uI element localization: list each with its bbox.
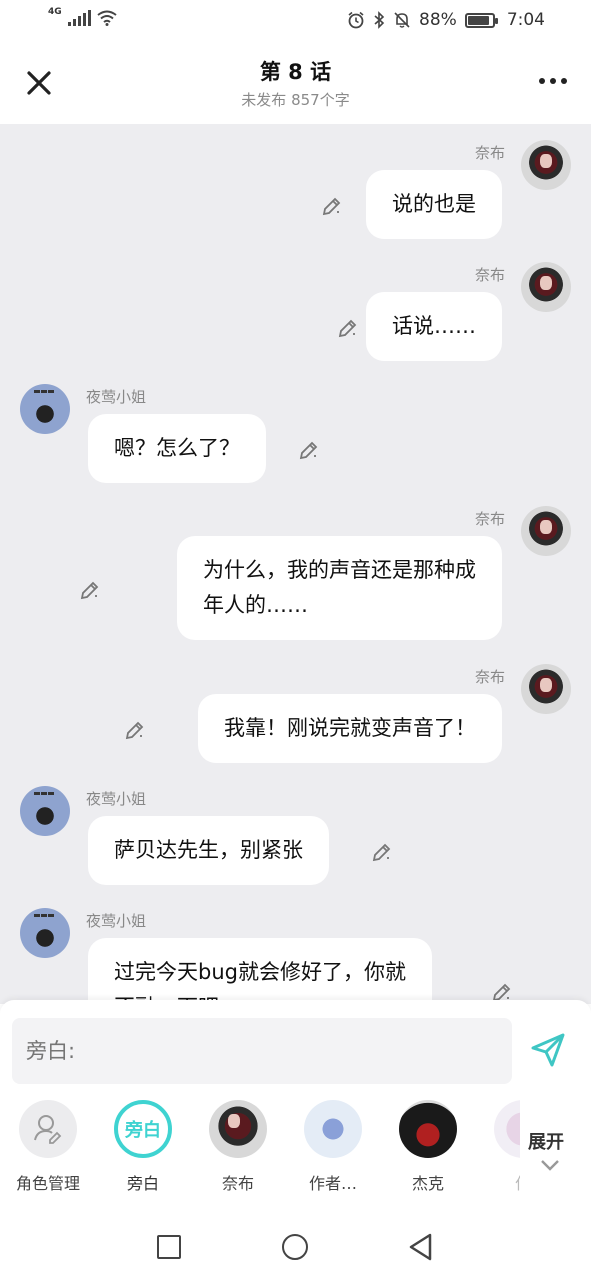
home-icon[interactable] bbox=[282, 1234, 308, 1260]
role-author[interactable]: 作者… bbox=[293, 1100, 373, 1194]
battery-icon bbox=[464, 12, 498, 28]
message-bubble[interactable]: 我靠！刚说完就变声音了！ bbox=[198, 694, 502, 763]
avatar[interactable] bbox=[20, 908, 70, 958]
role-label: 旁白 bbox=[126, 1174, 159, 1193]
message-input[interactable] bbox=[12, 1018, 512, 1084]
role-manage-button[interactable]: 角色管理 bbox=[8, 1100, 88, 1194]
narrator-badge: 旁白 bbox=[114, 1100, 172, 1158]
chat-area[interactable]: 奈布 说的也是 奈布 话说…… 夜莺小姐 嗯？怎么了？ 奈布 为什么，我的声音还… bbox=[0, 124, 591, 1004]
edit-icon[interactable] bbox=[78, 578, 102, 602]
speaker-name: 奈布 bbox=[474, 144, 505, 162]
role-label: 作 bbox=[483, 1170, 520, 1194]
avatar[interactable] bbox=[20, 786, 70, 836]
role-nabu[interactable]: 奈布 bbox=[198, 1100, 278, 1194]
speaker-name: 夜莺小姐 bbox=[86, 388, 147, 406]
message-bubble[interactable]: 为什么，我的声音还是那种成 年人的…… bbox=[177, 536, 502, 640]
composer-panel: 角色管理 旁白 旁白 奈布 作者… 杰克 作 展开 bbox=[0, 1000, 591, 1214]
speaker-name: 奈布 bbox=[474, 510, 505, 528]
speaker-name: 夜莺小姐 bbox=[86, 912, 147, 930]
clock: 7:04 bbox=[506, 10, 545, 30]
role-narrator[interactable]: 旁白 旁白 bbox=[103, 1100, 183, 1194]
avatar bbox=[399, 1100, 457, 1158]
edit-icon[interactable] bbox=[336, 316, 360, 340]
network-type: 4G bbox=[48, 7, 62, 17]
recents-icon[interactable] bbox=[157, 1235, 181, 1259]
system-nav-bar bbox=[0, 1214, 591, 1280]
speaker-name: 奈布 bbox=[474, 668, 505, 686]
bluetooth-icon bbox=[374, 11, 385, 29]
role-label: 奈布 bbox=[221, 1174, 254, 1193]
more-options-icon[interactable] bbox=[539, 78, 567, 84]
mute-icon bbox=[394, 12, 410, 28]
wifi-icon bbox=[97, 10, 117, 26]
role-label: 作者… bbox=[308, 1174, 357, 1193]
message-bubble[interactable]: 说的也是 bbox=[366, 170, 502, 239]
speaker-name: 夜莺小姐 bbox=[86, 790, 147, 808]
avatar[interactable] bbox=[521, 262, 571, 312]
edit-icon[interactable] bbox=[123, 718, 147, 742]
role-label: 角色管理 bbox=[15, 1174, 80, 1193]
edit-icon[interactable] bbox=[297, 438, 321, 462]
top-bar: 第 8 话 未发布 857个字 bbox=[0, 42, 591, 124]
back-icon[interactable] bbox=[406, 1232, 436, 1262]
message-bubble[interactable]: 萨贝达先生，别紧张 bbox=[88, 816, 329, 885]
send-icon[interactable] bbox=[528, 1030, 568, 1070]
message-bubble[interactable]: 过完今天bug就会修好了，你就 不融一下吧 bbox=[88, 938, 432, 1004]
alarm-icon bbox=[348, 11, 364, 29]
speaker-name: 奈布 bbox=[474, 266, 505, 284]
role-manage-icon bbox=[19, 1100, 77, 1158]
role-selector[interactable]: 角色管理 旁白 旁白 奈布 作者… 杰克 作 bbox=[0, 1100, 520, 1200]
status-bar: 4G 88% 7:04 bbox=[0, 0, 591, 42]
edit-icon[interactable] bbox=[320, 194, 344, 218]
edit-icon[interactable] bbox=[370, 840, 394, 864]
avatar bbox=[494, 1100, 520, 1158]
signal-icon bbox=[67, 10, 91, 26]
role-partial[interactable]: 作 bbox=[483, 1100, 520, 1194]
avatar[interactable] bbox=[521, 506, 571, 556]
avatar bbox=[304, 1100, 362, 1158]
chapter-title: 第 8 话 bbox=[259, 60, 332, 84]
role-jack[interactable]: 杰克 bbox=[388, 1100, 468, 1194]
message-bubble[interactable]: 嗯？怎么了？ bbox=[88, 414, 266, 483]
chevron-down-icon[interactable] bbox=[539, 1158, 561, 1172]
chapter-status: 未发布 857个字 bbox=[241, 91, 350, 109]
avatar[interactable] bbox=[521, 664, 571, 714]
avatar bbox=[209, 1100, 267, 1158]
avatar[interactable] bbox=[521, 140, 571, 190]
battery-percent: 88% bbox=[419, 10, 457, 30]
message-bubble[interactable]: 话说…… bbox=[366, 292, 502, 361]
role-label: 杰克 bbox=[411, 1174, 444, 1193]
expand-button[interactable]: 展开 bbox=[528, 1128, 564, 1154]
avatar[interactable] bbox=[20, 384, 70, 434]
